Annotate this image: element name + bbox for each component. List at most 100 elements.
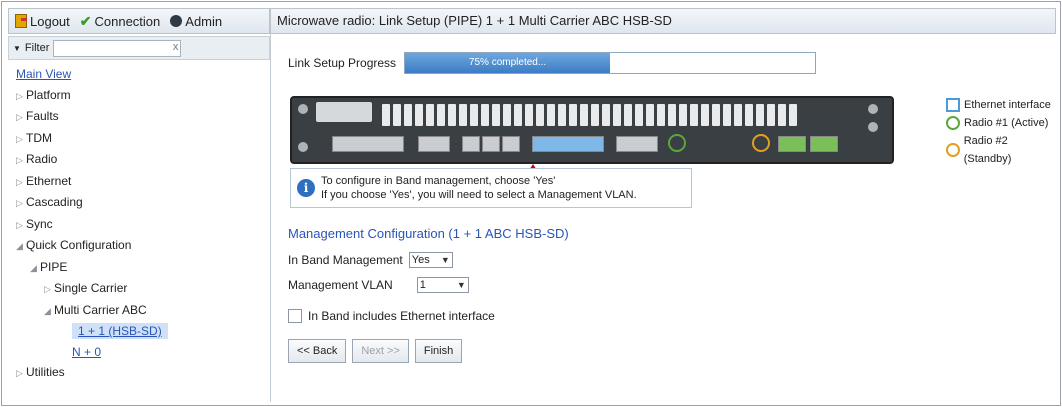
tree-label: Cascading	[26, 195, 83, 209]
expand-icon: ▷	[16, 368, 23, 378]
connection-button[interactable]: ✔ Connection	[80, 13, 161, 30]
vent-slot	[569, 104, 577, 126]
tree-item-n-plus-0[interactable]: N + 0	[16, 342, 270, 363]
vlan-select[interactable]: 1 ▼	[416, 277, 469, 293]
expand-icon: ▷	[16, 176, 23, 187]
vent-slot	[701, 104, 709, 126]
filter-arrow-icon: ▼	[13, 43, 21, 53]
tree-label: PIPE	[40, 259, 68, 274]
tree-label: Multi Carrier ABC	[54, 302, 147, 317]
inband-select[interactable]: Yes ▼	[408, 252, 453, 268]
tree-item-ethernet[interactable]: ▷ Ethernet	[16, 171, 270, 193]
expand-icon: ▷	[16, 155, 23, 165]
tree-item-platform[interactable]: ▷ Platform	[16, 85, 270, 107]
vent-slot	[503, 104, 511, 126]
rack-screw-icon	[298, 142, 308, 152]
user-icon	[170, 15, 183, 27]
top-toolbar: Logout ✔ Connection Admin	[8, 8, 270, 34]
radio2-connector-icon	[752, 134, 770, 152]
app-frame: Logout ✔ Connection Admin ▼ Filter x Mai…	[1, 1, 1061, 406]
vent-slot	[591, 104, 599, 126]
chevron-down-icon: ▼	[456, 280, 466, 290]
logout-icon	[15, 14, 27, 28]
info-line: If you choose 'Yes', you will need to se…	[321, 189, 637, 201]
port	[462, 136, 480, 152]
tree-item-tdm[interactable]: ▷ TDM	[16, 128, 270, 150]
info-icon: i	[297, 179, 315, 197]
legend-item-radio1: Radio #1 (Active)	[946, 114, 1056, 132]
inband-value: Yes	[411, 254, 430, 266]
device-faceplate-image	[290, 96, 894, 164]
check-icon: ✔	[79, 12, 92, 29]
inband-label: In Band Management	[288, 253, 403, 267]
tree-item-main-view[interactable]: Main View	[16, 64, 270, 85]
next-button[interactable]: Next >>	[352, 339, 409, 363]
expand-icon: ▷	[16, 219, 23, 230]
vent-slot	[536, 104, 544, 126]
vent-slot	[646, 104, 654, 126]
tree-label: Faults	[26, 109, 59, 123]
vent-slot	[558, 104, 566, 126]
tree-item-single-carrier[interactable]: ▷ Single Carrier	[16, 278, 270, 300]
radio2-circle-icon	[946, 143, 960, 157]
chevron-down-icon: ▼	[440, 255, 450, 265]
tree-item-radio[interactable]: ▷ Radio	[16, 149, 270, 171]
vlan-value: 1	[419, 279, 426, 291]
vent-slot	[547, 104, 555, 126]
clear-icon[interactable]: x	[173, 41, 179, 53]
ethernet-square-icon	[946, 98, 960, 112]
port	[418, 136, 450, 152]
tree-label: Utilities	[26, 365, 65, 379]
vent-slot	[613, 104, 621, 126]
vent-slot	[789, 104, 797, 126]
connection-label: Connection	[94, 13, 161, 29]
tree-label: N + 0	[72, 344, 102, 359]
vent-slot	[459, 104, 467, 126]
vent-slot	[525, 104, 533, 126]
port	[482, 136, 500, 152]
expand-icon: ▷	[16, 198, 23, 208]
tree-item-utilities[interactable]: ▷ Utilities	[16, 362, 270, 384]
vent-slot	[624, 104, 632, 126]
expand-icon: ▷	[16, 90, 23, 101]
inband-row: In Band Management Yes ▼	[288, 252, 453, 268]
legend-item-radio2: Radio #2 (Standby)	[946, 132, 1056, 168]
progress-fill: 75% completed...	[405, 53, 611, 73]
vent-slot	[679, 104, 687, 126]
vent-slot	[734, 104, 742, 126]
vent-slot	[767, 104, 775, 126]
logout-label: Logout	[30, 13, 70, 29]
vent-slot	[635, 104, 643, 126]
logout-button[interactable]: Logout	[15, 14, 70, 29]
checkbox-label: In Band includes Ethernet interface	[308, 309, 495, 323]
port	[778, 136, 806, 152]
vent-slot	[668, 104, 676, 126]
tree-item-cascading[interactable]: ▷ Cascading	[16, 192, 270, 214]
port	[502, 136, 520, 152]
filter-label: Filter	[24, 42, 50, 54]
progress-bar: 75% completed...	[404, 52, 817, 74]
inband-ethernet-checkbox[interactable]	[288, 309, 302, 323]
collapse-icon: ◢	[30, 262, 37, 273]
legend: Ethernet interface Radio #1 (Active) Rad…	[946, 96, 1056, 168]
filter-input[interactable]: x	[53, 39, 182, 57]
vent-slot	[470, 104, 478, 126]
vent-slot	[492, 104, 500, 126]
tree-item-hsb-sd[interactable]: 1 + 1 (HSB-SD)	[16, 321, 270, 342]
vent-slot	[778, 104, 786, 126]
tree-item-sync[interactable]: ▷ Sync	[16, 214, 270, 236]
checkbox-row: In Band includes Ethernet interface	[288, 309, 495, 323]
port	[332, 136, 404, 152]
back-button[interactable]: << Back	[288, 339, 347, 363]
tree-item-faults[interactable]: ▷ Faults	[16, 106, 270, 128]
admin-button[interactable]: Admin	[170, 14, 222, 29]
finish-button[interactable]: Finish	[414, 339, 463, 363]
tree-item-multi-carrier-abc[interactable]: ◢ Multi Carrier ABC	[16, 300, 270, 322]
tree-label: TDM	[26, 130, 52, 145]
progress-row: Link Setup Progress 75% completed...	[288, 52, 817, 74]
tree-label: Sync	[26, 216, 53, 231]
vent-slot	[657, 104, 665, 126]
tree-item-pipe[interactable]: ◢ PIPE	[16, 257, 270, 279]
info-text: To configure in Band management, choose …	[321, 174, 637, 202]
tree-item-quick-configuration[interactable]: ◢ Quick Configuration	[16, 235, 270, 257]
